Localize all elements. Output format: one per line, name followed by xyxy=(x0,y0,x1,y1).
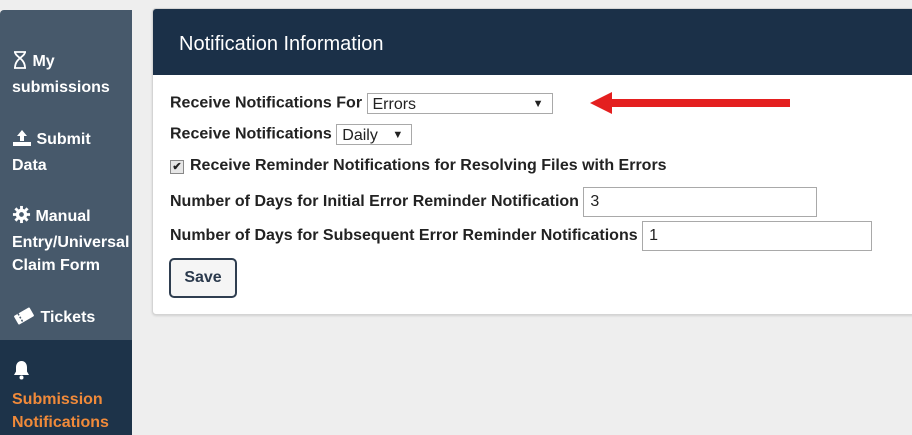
receive-label: Receive Notifications xyxy=(170,125,332,143)
dropdown-caret-icon: ▼ xyxy=(532,98,544,110)
receive-for-value: Errors xyxy=(372,96,417,113)
notification-panel: Notification Information Receive Notific… xyxy=(152,8,912,315)
sidebar: My submissions Submit Data Manual Entry/… xyxy=(0,10,132,435)
panel-title: Notification Information xyxy=(179,33,384,55)
sidebar-item-manual-entry[interactable]: Manual Entry/Universal Claim Form xyxy=(12,205,130,277)
bell-icon xyxy=(13,360,30,387)
initial-days-row: Number of Days for Initial Error Reminde… xyxy=(170,187,818,217)
gear-icon xyxy=(12,205,31,231)
panel-header: Notification Information xyxy=(153,9,912,75)
sidebar-item-label: Tickets xyxy=(40,309,96,326)
receive-for-label: Receive Notifications For xyxy=(170,94,363,112)
sidebar-item-submission-notifications[interactable]: Submission Notifications xyxy=(0,340,132,435)
initial-days-label: Number of Days for Initial Error Reminde… xyxy=(170,193,579,211)
hourglass-icon xyxy=(12,51,28,76)
sidebar-item-submit-data[interactable]: Submit Data xyxy=(12,128,130,177)
red-arrow-annotation xyxy=(590,92,790,114)
subsequent-days-input[interactable]: 1 xyxy=(642,221,873,251)
receive-row: Receive Notifications Daily ▼ xyxy=(170,124,413,145)
save-button[interactable]: Save xyxy=(169,258,237,298)
receive-for-row: Receive Notifications For Errors ▼ xyxy=(170,93,553,114)
sidebar-item-label: Entry/Universal xyxy=(12,234,130,251)
ticket-icon xyxy=(12,307,36,332)
dropdown-caret-icon: ▼ xyxy=(392,129,404,141)
upload-icon xyxy=(12,129,32,154)
sidebar-item-label: My xyxy=(32,53,55,70)
subsequent-days-row: Number of Days for Subsequent Error Remi… xyxy=(170,221,873,251)
initial-days-input[interactable]: 3 xyxy=(583,187,818,217)
sidebar-item-label: Data xyxy=(12,157,47,174)
reminder-checkbox[interactable]: ✔ xyxy=(170,160,184,174)
subsequent-days-label: Number of Days for Subsequent Error Remi… xyxy=(170,227,638,245)
receive-frequency-value: Daily xyxy=(342,127,378,144)
reminder-checkbox-label: Receive Reminder Notifications for Resol… xyxy=(190,157,667,174)
receive-for-select[interactable]: Errors ▼ xyxy=(366,93,553,114)
initial-days-value: 3 xyxy=(590,193,600,210)
sidebar-item-label: Manual xyxy=(35,208,91,225)
sidebar-item-label: submissions xyxy=(12,79,110,96)
receive-frequency-select[interactable]: Daily ▼ xyxy=(336,124,413,145)
sidebar-item-label: Notifications xyxy=(12,414,109,431)
sidebar-item-label: Submission xyxy=(12,391,103,408)
subsequent-days-value: 1 xyxy=(649,227,658,244)
sidebar-item-label: Submit xyxy=(36,131,91,148)
sidebar-item-my-submissions[interactable]: My submissions xyxy=(12,50,130,99)
reminder-row: ✔ Receive Reminder Notifications for Reso… xyxy=(170,157,667,175)
sidebar-item-label: Claim Form xyxy=(12,257,101,274)
sidebar-item-tickets[interactable]: Tickets xyxy=(12,306,130,332)
